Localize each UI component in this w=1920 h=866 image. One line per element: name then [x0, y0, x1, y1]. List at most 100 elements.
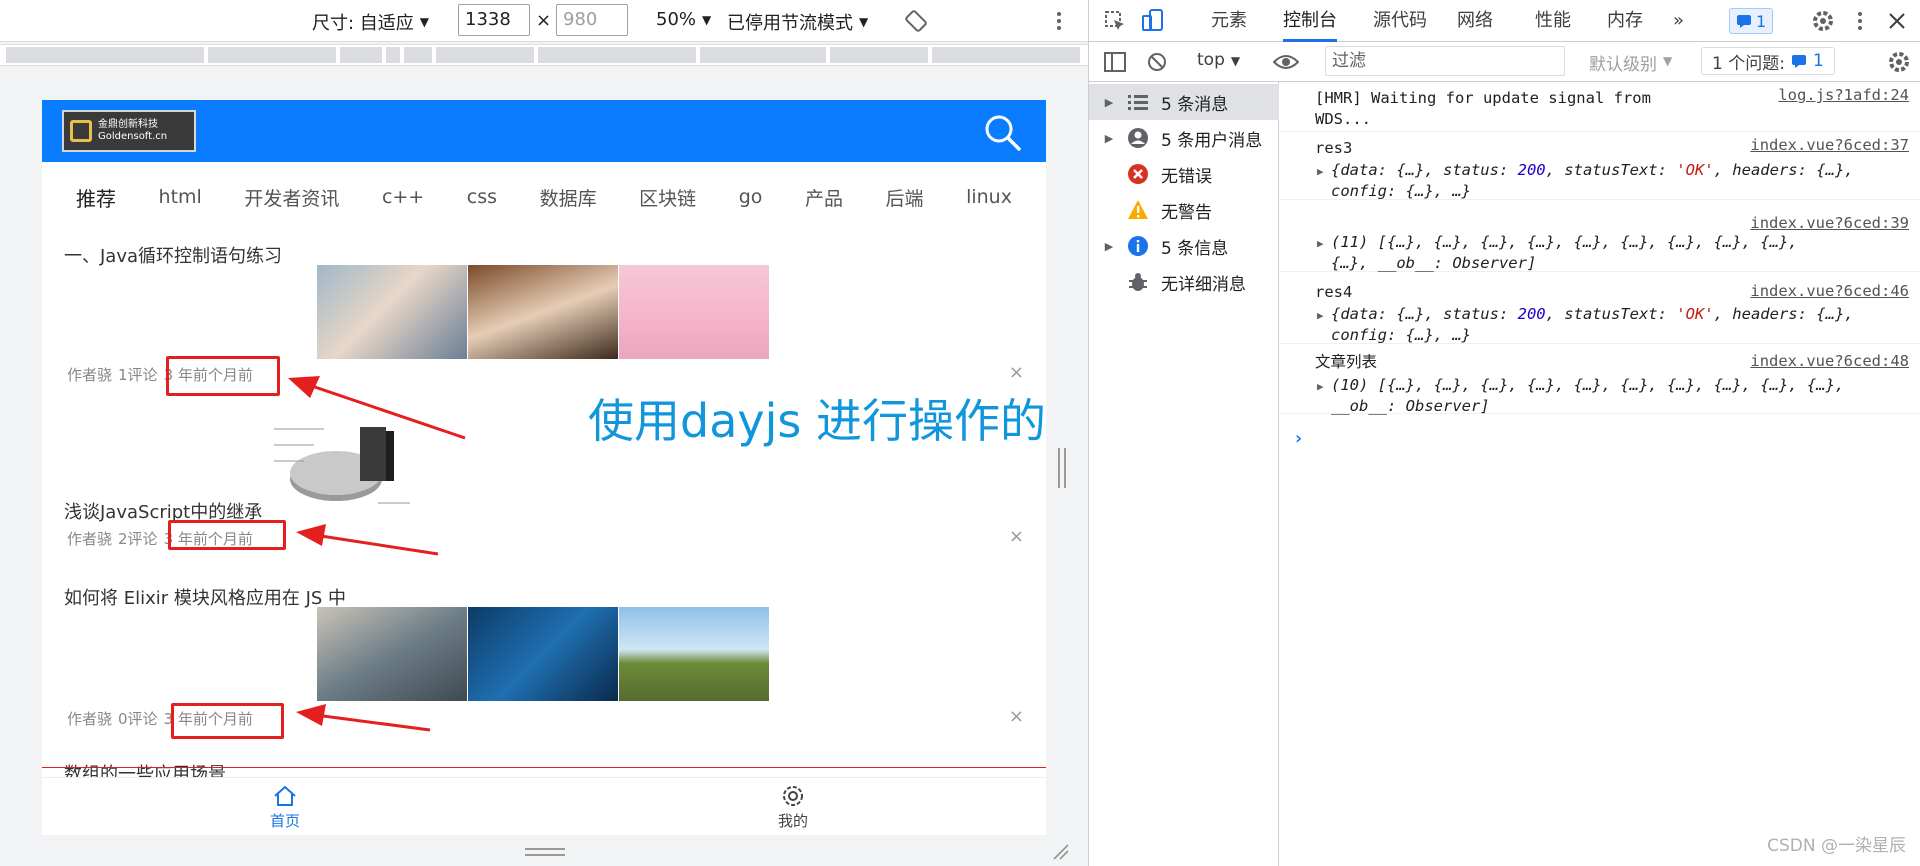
tab-backend[interactable]: 后端 — [886, 184, 924, 211]
console-settings-icon[interactable] — [1887, 50, 1911, 74]
console-message[interactable]: [HMR] Waiting for update signal from WDS… — [1279, 82, 1920, 132]
search-icon[interactable] — [982, 112, 1022, 152]
ruler-segment[interactable] — [538, 47, 698, 63]
tab-console[interactable]: 控制台 — [1283, 0, 1337, 42]
console-message[interactable]: ▶ (11) [{…}, {…}, {…}, {…}, {…}, {…}, {…… — [1279, 200, 1920, 272]
article-title[interactable]: 一、Java循环控制语句练习 — [64, 242, 282, 268]
sidebar-item-messages[interactable]: ▶ 5 条消息 — [1089, 84, 1279, 120]
zoom-dropdown[interactable]: 50% ▼ — [656, 9, 711, 30]
device-toggle-icon[interactable] — [1141, 8, 1165, 34]
object-preview[interactable]: __ob__: Observer] — [1331, 396, 1490, 417]
more-vertical-icon[interactable] — [1052, 9, 1066, 33]
tabbar-mine[interactable]: 我的 — [778, 784, 808, 831]
source-link[interactable]: index.vue?6ced:39 — [1750, 214, 1909, 232]
ruler-segment[interactable] — [404, 47, 434, 63]
throttle-dropdown[interactable]: 已停用节流模式 ▼ — [727, 9, 868, 35]
dimensions-dropdown[interactable]: 尺寸: 自适应 ▼ — [312, 9, 429, 35]
media-query-ruler[interactable] — [0, 44, 1088, 66]
ruler-segment[interactable] — [6, 47, 206, 63]
console-output[interactable]: [HMR] Waiting for update signal from WDS… — [1279, 82, 1920, 866]
tab-performance[interactable]: 性能 — [1535, 0, 1571, 42]
sidebar-item-info[interactable]: ▶ 5 条信息 — [1089, 228, 1279, 264]
dismiss-icon[interactable]: × — [1009, 526, 1024, 547]
article-thumbnails[interactable] — [317, 265, 769, 359]
sidebar-item-user-messages[interactable]: ▶ 5 条用户消息 — [1089, 120, 1279, 156]
source-link[interactable]: log.js?1afd:24 — [1778, 86, 1909, 104]
object-preview[interactable]: config: {…}, …} — [1331, 325, 1471, 346]
tab-database[interactable]: 数据库 — [540, 184, 597, 211]
log-level-dropdown[interactable]: 默认级别 ▼ — [1589, 50, 1672, 75]
expand-arrow-icon[interactable]: ▶ — [1099, 132, 1119, 145]
expand-arrow-icon[interactable]: ▶ — [1317, 237, 1324, 250]
tab-css[interactable]: css — [467, 186, 497, 208]
issues-button[interactable]: 1 个问题: 1 — [1701, 47, 1835, 75]
expand-arrow-icon[interactable]: ▶ — [1317, 309, 1324, 322]
ruler-segment[interactable] — [340, 47, 384, 63]
article-thumbnails[interactable] — [317, 607, 769, 701]
expand-arrow-icon[interactable]: ▶ — [1317, 165, 1324, 178]
ruler-segment[interactable] — [830, 47, 930, 63]
rotate-icon[interactable] — [904, 9, 928, 33]
sidebar-toggle-icon[interactable] — [1103, 50, 1127, 74]
tab-dev-news[interactable]: 开发者资讯 — [244, 184, 339, 211]
ruler-segment[interactable] — [208, 47, 338, 63]
more-tabs-icon[interactable]: » — [1673, 0, 1684, 42]
height-input[interactable]: 980 — [556, 4, 628, 36]
context-label: top — [1197, 50, 1225, 70]
ruler-segment[interactable] — [386, 47, 402, 63]
ruler-segment[interactable] — [700, 47, 828, 63]
width-input[interactable]: 1338 — [458, 4, 530, 36]
object-preview[interactable]: (11) [{…}, {…}, {…}, {…}, {…}, {…}, {…},… — [1331, 232, 1798, 253]
vertical-resize-handle[interactable] — [1058, 448, 1066, 488]
console-prompt[interactable]: › — [1293, 428, 1304, 449]
tab-memory[interactable]: 内存 — [1607, 0, 1643, 42]
object-preview[interactable]: {data: {…}, status: 200, statusText: 'OK… — [1331, 304, 1854, 325]
object-preview[interactable]: (10) [{…}, {…}, {…}, {…}, {…}, {…}, {…},… — [1331, 375, 1844, 396]
tab-linux[interactable]: linux — [966, 186, 1012, 208]
dismiss-icon[interactable]: × — [1009, 362, 1024, 383]
source-link[interactable]: index.vue?6ced:46 — [1750, 282, 1909, 300]
object-preview[interactable]: {data: {…}, status: 200, statusText: 'OK… — [1331, 160, 1854, 181]
resize-corner-icon[interactable] — [1052, 843, 1070, 861]
tab-blockchain[interactable]: 区块链 — [639, 184, 696, 211]
context-selector[interactable]: top ▼ — [1197, 50, 1240, 70]
tab-sources[interactable]: 源代码 — [1373, 0, 1427, 42]
tab-go[interactable]: go — [739, 186, 763, 208]
object-preview[interactable]: config: {…}, …} — [1331, 181, 1471, 202]
ruler-segment[interactable] — [932, 47, 1082, 63]
console-message[interactable]: 文章列表 ▶ (10) [{…}, {…}, {…}, {…}, {…}, {…… — [1279, 344, 1920, 417]
tabbar-home[interactable]: 首页 — [270, 784, 300, 831]
sidebar-item-errors[interactable]: 无错误 — [1089, 156, 1279, 192]
ruler-segment[interactable] — [436, 47, 536, 63]
source-link[interactable]: index.vue?6ced:48 — [1750, 352, 1909, 370]
tab-network[interactable]: 网络 — [1457, 0, 1493, 42]
filter-input[interactable]: 过滤 — [1325, 46, 1565, 76]
sidebar-item-verbose[interactable]: 无详细消息 — [1089, 264, 1279, 300]
article-title[interactable]: 数组的一些应用场景 — [64, 760, 226, 777]
article-feed[interactable]: 一、Java循环控制语句练习 作者骁 1评论 3 年前个月前 × 浅谈JavaS… — [42, 232, 1046, 777]
tab-product[interactable]: 产品 — [805, 184, 843, 211]
expand-arrow-icon[interactable]: ▶ — [1099, 240, 1119, 253]
console-message[interactable]: res4 ▶ {data: {…}, status: 200, statusTe… — [1279, 272, 1920, 344]
clear-console-icon[interactable] — [1145, 50, 1169, 74]
expand-arrow-icon[interactable]: ▶ — [1317, 380, 1324, 393]
sidebar-item-warnings[interactable]: 无警告 — [1089, 192, 1279, 228]
eye-icon[interactable] — [1273, 52, 1299, 72]
close-icon[interactable] — [1887, 11, 1907, 31]
dismiss-icon[interactable]: × — [1009, 706, 1024, 727]
tab-cpp[interactable]: c++ — [382, 186, 424, 208]
gear-icon[interactable] — [1811, 9, 1835, 33]
inspect-element-icon[interactable] — [1103, 9, 1127, 33]
article-title[interactable]: 如何将 Elixir 模块风格应用在 JS 中 — [64, 584, 346, 610]
expand-arrow-icon[interactable]: ▶ — [1099, 96, 1119, 109]
source-link[interactable]: index.vue?6ced:37 — [1750, 136, 1909, 154]
console-message[interactable]: res3 ▶ {data: {…}, status: 200, statusTe… — [1279, 132, 1920, 200]
site-logo[interactable]: 金鼎创新科技 Goldensoft.cn — [62, 110, 196, 152]
bottom-resize-handle[interactable] — [525, 848, 565, 856]
more-vertical-icon[interactable] — [1853, 9, 1867, 33]
tab-recommend[interactable]: 推荐 — [76, 183, 116, 212]
issues-badge[interactable]: 1 — [1729, 8, 1774, 34]
tab-elements[interactable]: 元素 — [1211, 0, 1247, 42]
object-preview[interactable]: {…}, __ob__: Observer] — [1331, 253, 1536, 274]
tab-html[interactable]: html — [159, 186, 202, 208]
